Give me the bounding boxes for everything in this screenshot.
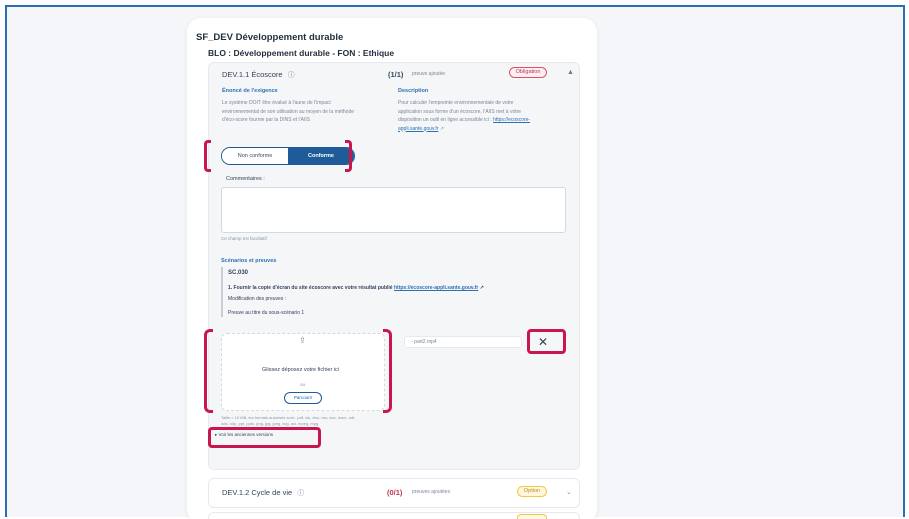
next-requirement-header[interactable]: DEV.1.2 Cycle de vie ⓘ bbox=[222, 488, 304, 498]
obligation-badge: Obligation bbox=[509, 67, 547, 78]
highlight-dropzone-right bbox=[383, 329, 392, 413]
comment-label: Commentaires : bbox=[226, 176, 265, 182]
comment-textarea[interactable] bbox=[221, 187, 566, 233]
next-requirement-title: DEV.1.2 Cycle de vie bbox=[222, 488, 293, 497]
file-name: part2.mp4 bbox=[414, 339, 437, 345]
proof-label: Preuve au titre du sous-scénario 1 bbox=[228, 310, 305, 316]
highlight-dropzone-left bbox=[204, 329, 213, 413]
page-title: SF_DEV Développement durable bbox=[196, 32, 344, 43]
statement-heading: Énoncé de l'exigence bbox=[222, 88, 278, 94]
dropzone-or: ou bbox=[300, 382, 306, 387]
scenario-modification: Modification des preuves : bbox=[228, 296, 287, 302]
description-heading: Description bbox=[398, 88, 429, 94]
uploaded-file-item[interactable]: ▫ part2.mp4 bbox=[404, 336, 522, 348]
requirement-score: (1/1) bbox=[388, 70, 404, 79]
statement-text: Le système DOIT être évalué à l'aune de … bbox=[222, 100, 355, 123]
option-badge: Option bbox=[517, 486, 547, 497]
dropzone-text: Glissez déposez votre fichier ici bbox=[262, 367, 340, 373]
scenario-code: SC.030 bbox=[228, 270, 249, 276]
file-icon: ▫ bbox=[411, 339, 413, 345]
description-text: Pour calculer l'empreinte environnementa… bbox=[398, 100, 531, 132]
highlight-old-versions bbox=[208, 427, 321, 448]
scenarios-heading: Scénarios et preuves bbox=[221, 258, 277, 264]
external-link-icon: ↗ bbox=[439, 125, 445, 132]
non-conforme-option[interactable]: Non conforme bbox=[222, 148, 288, 164]
scenario-link[interactable]: https://ecoscore-appli.sante.gouv.fr bbox=[394, 285, 478, 291]
highlight-toggle-right bbox=[345, 140, 352, 172]
highlight-close bbox=[527, 329, 566, 354]
info-circle-icon[interactable]: ⓘ bbox=[288, 70, 295, 80]
chevron-up-icon[interactable]: ▲ bbox=[567, 69, 574, 76]
next-requirement-score: (0/1) bbox=[387, 488, 403, 497]
requirement-header[interactable]: DEV.1.1 Écoscore ⓘ bbox=[222, 70, 295, 80]
scenario-quote-bar bbox=[221, 267, 223, 317]
chevron-down-icon[interactable]: ⌄ bbox=[566, 488, 572, 496]
next-requirement-score-sub: preuves ajoutées bbox=[412, 489, 451, 495]
upload-icon: ⇪ bbox=[299, 336, 306, 345]
info-circle-icon[interactable]: ⓘ bbox=[297, 488, 304, 498]
requirement-title: DEV.1.1 Écoscore bbox=[222, 70, 283, 79]
highlight-toggle-left bbox=[204, 140, 211, 172]
browse-button[interactable]: Parcourir bbox=[284, 392, 322, 404]
following-option-badge bbox=[517, 514, 547, 519]
requirement-score-sub: preuve ajoutée bbox=[412, 71, 446, 77]
conformity-toggle[interactable]: Non conforme Conforme bbox=[221, 147, 355, 165]
external-link-icon: ↗ bbox=[479, 285, 484, 291]
scenario-step: 1. Fournir la copie d'écran du site écos… bbox=[228, 285, 484, 291]
dropzone-help: Taille < 10 MB, les formats autorisés so… bbox=[221, 415, 356, 426]
comment-helper: Ce champ est facultatif bbox=[221, 236, 267, 241]
block-subtitle: BLO : Développement durable - FON : Ethi… bbox=[208, 48, 395, 58]
